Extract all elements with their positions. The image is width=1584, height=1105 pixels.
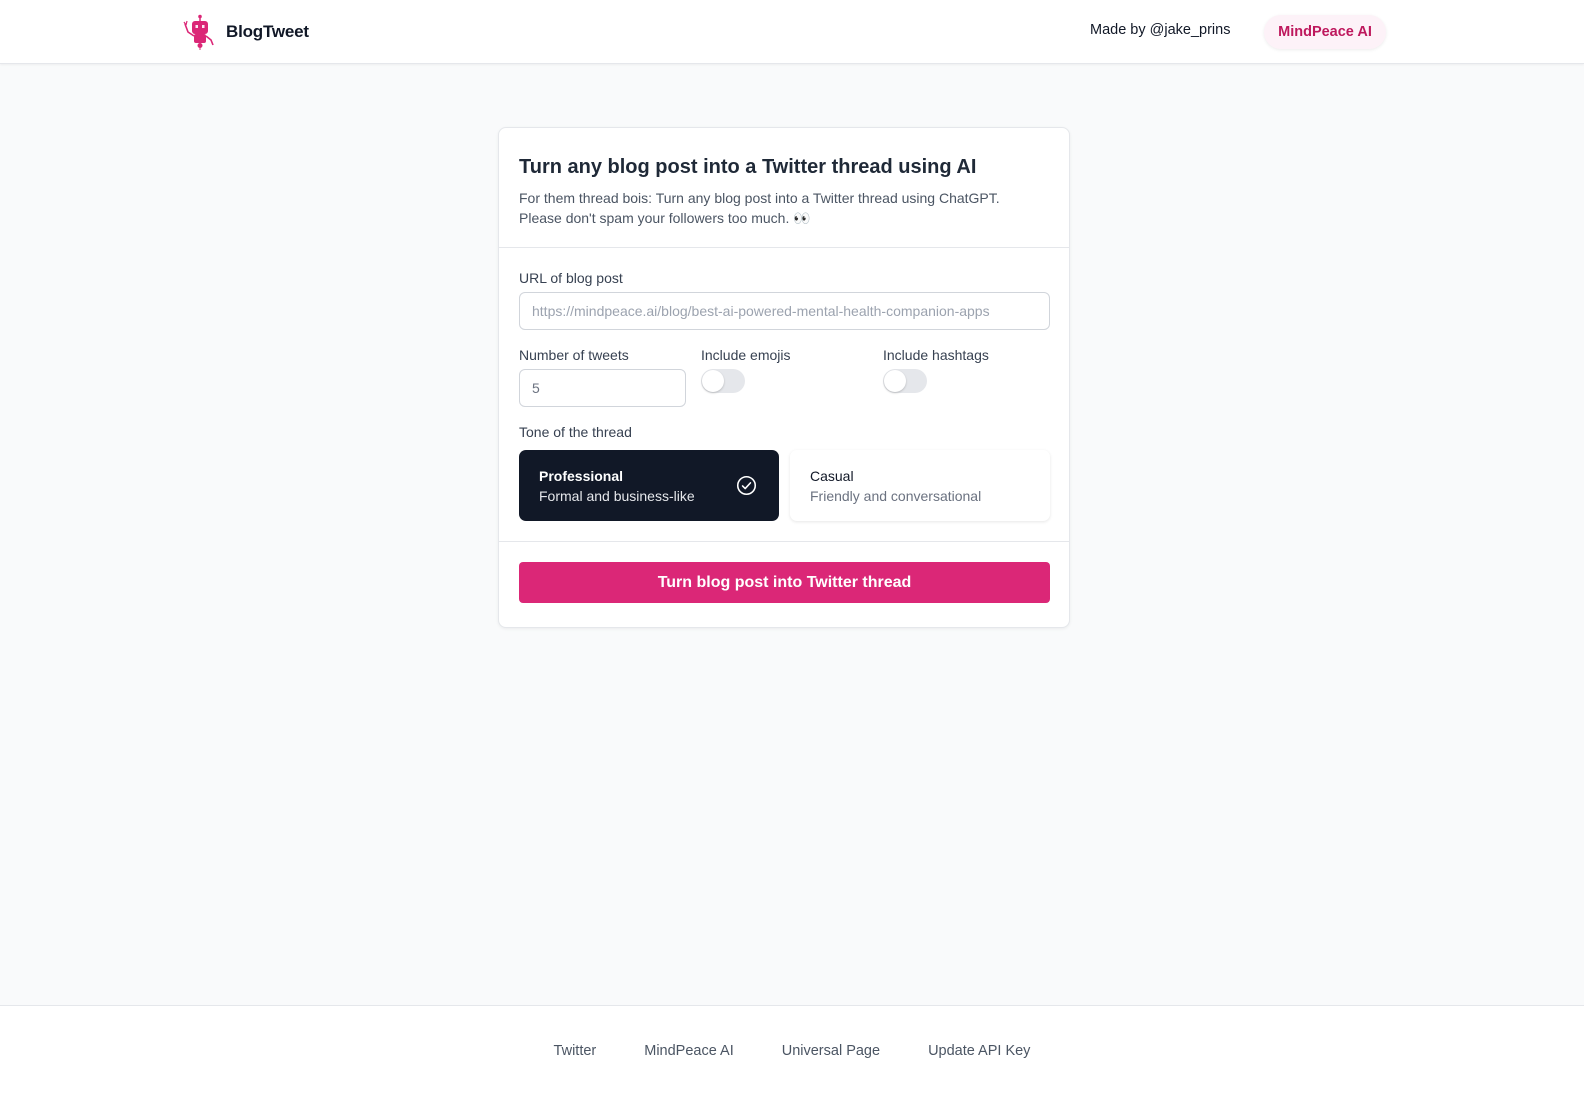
emojis-toggle[interactable] <box>701 369 745 393</box>
top-navbar: BlogTweet Made by @jake_prins MindPeace … <box>0 0 1584 64</box>
footer-link-mindpeace-ai[interactable]: MindPeace AI <box>644 1043 733 1059</box>
tone-title: Professional <box>539 468 624 484</box>
hashtags-toggle[interactable] <box>883 369 927 393</box>
generate-thread-button[interactable]: Turn blog post into Twitter thread <box>519 562 1050 603</box>
page-subtitle: For them thread bois: Turn any blog post… <box>519 188 1049 228</box>
url-label: URL of blog post <box>519 270 623 286</box>
footer-link-update-api-key[interactable]: Update API Key <box>928 1043 1030 1059</box>
hashtags-label: Include hashtags <box>883 347 989 363</box>
robot-icon <box>183 14 214 50</box>
check-circle-icon <box>736 475 757 496</box>
brand-logo-link[interactable]: BlogTweet <box>182 14 309 50</box>
subtitle-line-1: For them thread bois: Turn any blog post… <box>519 190 1000 206</box>
blog-url-input[interactable] <box>519 292 1050 330</box>
footer-link-twitter[interactable]: Twitter <box>554 1043 597 1059</box>
footer-link-universal-page[interactable]: Universal Page <box>782 1043 880 1059</box>
tone-label: Tone of the thread <box>519 424 632 440</box>
footer: Twitter MindPeace AI Universal Page Upda… <box>0 1005 1584 1105</box>
made-by-link[interactable]: Made by @jake_prins <box>1090 22 1230 38</box>
tone-description: Friendly and conversational <box>810 488 982 504</box>
card-header: Turn any blog post into a Twitter thread… <box>499 128 1069 248</box>
subtitle-line-2: Please don't spam your followers too muc… <box>519 210 811 226</box>
mindpeace-ai-button[interactable]: MindPeace AI <box>1264 15 1386 49</box>
tweets-count-input[interactable] <box>519 369 686 407</box>
brand-name: BlogTweet <box>226 22 309 41</box>
toggle-knob <box>884 370 906 392</box>
tone-option-casual[interactable]: Casual Friendly and conversational <box>790 450 1050 521</box>
thread-generator-card: Turn any blog post into a Twitter thread… <box>498 127 1070 628</box>
tweets-count-label: Number of tweets <box>519 347 629 363</box>
toggle-knob <box>702 370 724 392</box>
card-divider <box>499 541 1069 542</box>
tone-description: Formal and business-like <box>539 488 695 504</box>
tone-option-professional[interactable]: Professional Formal and business-like <box>519 450 779 521</box>
emojis-label: Include emojis <box>701 347 791 363</box>
page-title: Turn any blog post into a Twitter thread… <box>519 156 977 178</box>
footer-links: Twitter MindPeace AI Universal Page Upda… <box>0 1043 1584 1059</box>
tone-title: Casual <box>810 468 854 484</box>
